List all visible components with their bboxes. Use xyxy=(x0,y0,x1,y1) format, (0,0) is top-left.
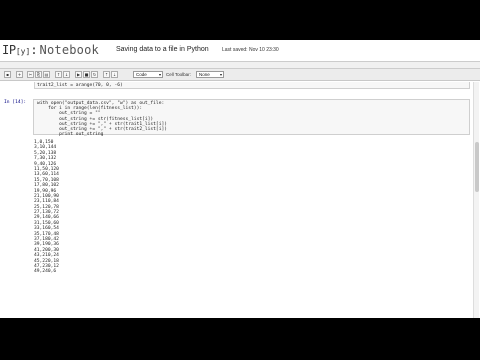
input-prompt: In [14]: xyxy=(4,100,27,105)
run-cell-icon[interactable]: ▶ xyxy=(75,71,82,78)
logo-colon-text: : xyxy=(30,43,38,57)
video-frame: IP [y] : Notebook Saving data to a file … xyxy=(0,0,480,360)
notebook-container: trait2_list = arange(70, 0, -6) In [14]:… xyxy=(0,82,480,318)
output-line: 49,240,6 xyxy=(34,269,57,275)
cell-toolbar-label: Cell Toolbar: xyxy=(166,72,191,77)
copy-icon[interactable]: ⎘ xyxy=(35,71,42,78)
page-scrollbar[interactable] xyxy=(473,82,479,318)
notebook-title[interactable]: Saving data to a file in Python xyxy=(116,46,209,53)
move-up-icon[interactable]: ↑ xyxy=(55,71,62,78)
cell-type-value: Code xyxy=(136,72,147,77)
menu-bar xyxy=(0,61,480,69)
chevron-down-icon: ▾ xyxy=(158,72,161,77)
logo-y-text: [y] xyxy=(15,47,31,56)
insert-cell-icon[interactable]: + xyxy=(16,71,23,78)
ipython-logo[interactable]: IP [y] : Notebook xyxy=(2,43,99,58)
previous-cell-code: trait2_list = arange(70, 0, -6) xyxy=(37,83,123,88)
scrollbar-thumb[interactable] xyxy=(475,142,479,192)
toolbar: ▪ + ✂ ⎘ ▤ ↑ ↓ ▶ ■ ↻ ⇡ ⇣ Code ▾ Cell Tool… xyxy=(0,69,480,81)
notebook-page: IP [y] : Notebook Saving data to a file … xyxy=(0,40,480,318)
paste-icon[interactable]: ▤ xyxy=(43,71,50,78)
cell-toolbar-value: None xyxy=(199,72,210,77)
cell-type-select[interactable]: Code ▾ xyxy=(133,71,163,78)
code-cell-input[interactable]: with open("output_data.csv", "w") as out… xyxy=(33,99,470,138)
chevron-down-icon: ▾ xyxy=(219,72,222,77)
notebook-header: IP [y] : Notebook Saving data to a file … xyxy=(0,40,480,61)
move-down-icon[interactable]: ↓ xyxy=(63,71,70,78)
save-icon[interactable]: ▪ xyxy=(4,71,11,78)
cell-toolbar-select[interactable]: None ▾ xyxy=(196,71,224,78)
cell-output: 1,0,150 3,10,144 5,20,138 7,30,132 9,40,126 1… xyxy=(34,140,464,275)
last-saved-status: Last saved: Nov 10 23:30 xyxy=(222,47,279,53)
cell-up-icon[interactable]: ⇡ xyxy=(103,71,110,78)
code-cell-source: with open("output_data.csv", "w") as out… xyxy=(37,101,167,138)
previous-code-cell[interactable]: trait2_list = arange(70, 0, -6) xyxy=(34,82,470,89)
logo-notebook-text: Notebook xyxy=(39,43,99,57)
cut-icon[interactable]: ✂ xyxy=(27,71,34,78)
cell-down-icon[interactable]: ⇣ xyxy=(111,71,118,78)
interrupt-icon[interactable]: ■ xyxy=(83,71,90,78)
logo-ip-text: IP xyxy=(2,43,16,57)
restart-icon[interactable]: ↻ xyxy=(91,71,98,78)
